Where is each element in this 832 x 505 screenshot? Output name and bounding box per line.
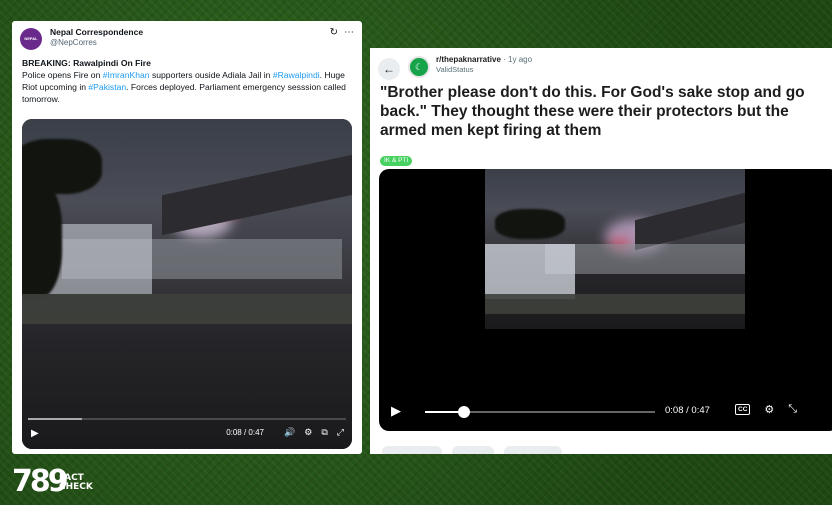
logo-wordmark: FACT CHECK <box>59 473 93 492</box>
tweet-text-segment: Police opens Fire on <box>22 70 103 80</box>
video-frame <box>485 169 745 329</box>
tweet-headline: BREAKING: Rawalpindi On Fire <box>22 58 151 68</box>
tweet-text: BREAKING: Rawalpindi On Fire Police open… <box>22 57 352 105</box>
post-flair[interactable]: IK & PTI <box>380 156 413 166</box>
fact-check-logo: 789 FACT CHECK <box>12 462 102 502</box>
expand-icon[interactable]: ⤡ <box>788 403 797 416</box>
hashtag-link[interactable]: #ImranKhan <box>103 70 150 80</box>
subreddit-icon[interactable]: ☾ <box>408 56 430 78</box>
post-action-bar <box>382 446 562 454</box>
tweet-header: NEPAL Nepal Correspondence @NepCorres ↻ … <box>20 27 354 55</box>
tweet-actions: ↻ ⋯ <box>330 27 354 38</box>
comments-button[interactable] <box>452 446 494 454</box>
play-icon[interactable]: ▶ <box>31 428 39 439</box>
video-progress-bar[interactable] <box>425 406 655 418</box>
video-progress-bar[interactable] <box>28 418 346 420</box>
settings-icon[interactable]: ⚙ <box>304 427 312 438</box>
video-time: 0:08 / 0:47 <box>665 405 710 416</box>
logo-number: 789 <box>12 464 69 499</box>
share-button[interactable] <box>504 446 562 454</box>
tweet-card: NEPAL Nepal Correspondence @NepCorres ↻ … <box>12 21 362 454</box>
vote-button[interactable] <box>382 446 442 454</box>
hashtag-link[interactable]: #Pakistan <box>88 82 126 92</box>
subreddit-line: r/thepaknarrative · 1y ago <box>436 55 533 64</box>
volume-icon[interactable]: 🔊 <box>284 427 295 438</box>
tweet-video-player[interactable]: ▶ 0:08 / 0:47 🔊 ⚙ ⧉ ⤢ <box>22 119 352 449</box>
tweet-author-handle[interactable]: @NepCorres <box>50 38 97 47</box>
cc-icon[interactable]: CC <box>735 404 751 415</box>
hashtag-link[interactable]: #Rawalpindi <box>273 70 320 80</box>
video-icon-group: CC ⚙ ⤡ <box>735 403 797 416</box>
tweet-author-name[interactable]: Nepal Correspondence <box>50 27 143 37</box>
refresh-icon[interactable]: ↻ <box>330 27 338 38</box>
post-author[interactable]: ValidStatus <box>436 65 473 74</box>
back-arrow-icon[interactable]: ← <box>378 58 400 80</box>
play-icon[interactable]: ▶ <box>391 403 401 419</box>
post-title[interactable]: "Brother please don't do this. For God's… <box>380 83 830 140</box>
video-scrubber-handle[interactable] <box>458 406 471 418</box>
video-controls: ▶ 0:08 / 0:47 🔊 ⚙ ⧉ ⤢ <box>22 415 352 449</box>
video-controls: ▶ 0:08 / 0:47 CC ⚙ ⤡ <box>379 391 832 431</box>
reddit-video-player[interactable]: ▶ 0:08 / 0:47 CC ⚙ ⤡ <box>379 169 832 431</box>
video-time: 0:08 / 0:47 <box>226 428 264 437</box>
post-age: 1y ago <box>508 55 533 64</box>
subreddit-name[interactable]: r/thepaknarrative <box>436 55 501 64</box>
video-frame <box>22 119 352 449</box>
reddit-post-card: ← ☾ r/thepaknarrative · 1y ago ValidStat… <box>370 48 832 454</box>
avatar[interactable]: NEPAL <box>20 28 42 50</box>
video-icon-group: 🔊 ⚙ ⧉ ⤢ <box>284 427 344 438</box>
more-icon[interactable]: ⋯ <box>344 27 354 38</box>
settings-icon[interactable]: ⚙ <box>764 403 774 416</box>
pip-icon[interactable]: ⧉ <box>321 427 327 438</box>
tweet-text-segment: supporters ouside Adiala Jail in <box>149 70 273 80</box>
fullscreen-icon[interactable]: ⤢ <box>337 427 344 438</box>
